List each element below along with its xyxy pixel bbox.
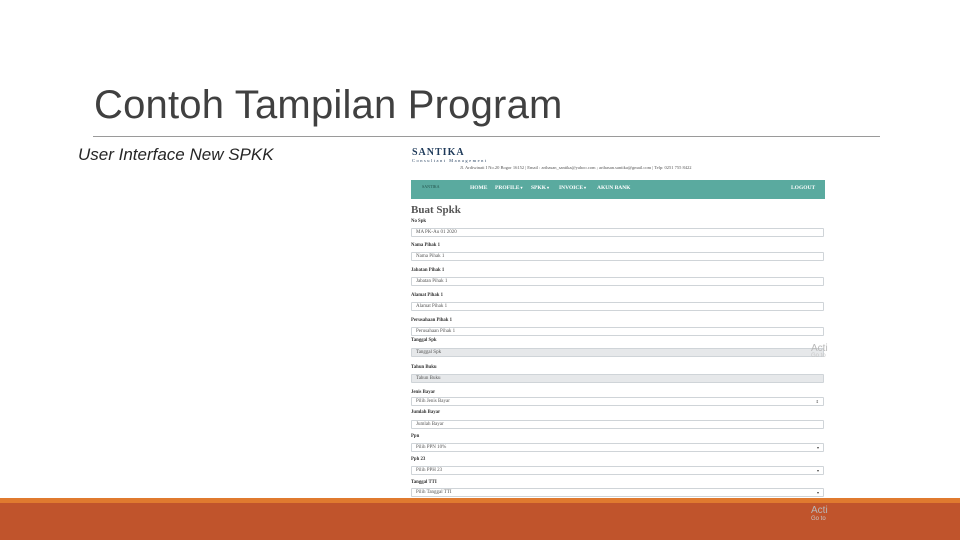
label-alamat-pihak-1: Alamat Pihak 1 — [411, 293, 443, 298]
activation-watermark-sub: Go to — [811, 353, 826, 359]
input-jabatan-pihak-1[interactable]: Jabatan Pihak 1 — [411, 277, 824, 286]
brand-subtitle: Consultant Management — [412, 158, 488, 163]
nav-spkk-label: SPKK — [531, 185, 546, 191]
chevron-down-icon: ▾ — [546, 185, 549, 190]
chevron-down-icon: ▾ — [520, 185, 523, 190]
nav-logo[interactable]: SANTIKA — [422, 184, 462, 194]
chevron-down-icon: ▾ — [816, 445, 819, 450]
label-jenis-bayar: Jenis Bayar — [411, 390, 436, 395]
activation-watermark-sub-lower: Go to — [811, 516, 826, 522]
label-jabatan-pihak-1: Jabatan Pihak 1 — [411, 268, 445, 273]
input-perusahaan-pihak-1[interactable]: Perusahaan Pihak 1 — [411, 327, 824, 336]
nav-profile-label: PROFILE — [495, 185, 520, 191]
input-no-spk[interactable]: MA PK-Au 01 2020 — [411, 228, 824, 237]
navbar: SANTIKA HOME PROFILE▾ SPKK▾ INVOICE▾ AKU… — [411, 180, 825, 199]
nav-akun-bank[interactable]: AKUN BANK — [597, 185, 630, 191]
nav-home[interactable]: HOME — [470, 185, 487, 191]
contact-info: Jl. Ardiwinati I No.20 Bogor 16152 | Ema… — [460, 165, 692, 170]
select-arrow-icon: ⇕ — [815, 399, 819, 404]
select-pph-23-value: Pilih PPH 23 — [416, 468, 443, 473]
nav-spkk[interactable]: SPKK▾ — [531, 185, 549, 191]
label-no-spk: No Spk — [411, 219, 427, 224]
input-tanggal-spk[interactable]: Tanggal Spk — [411, 348, 824, 357]
slide-title: Contoh Tampilan Program — [94, 83, 563, 127]
label-ppn: Ppn — [411, 434, 420, 439]
brand-name: SANTIKA — [412, 147, 465, 158]
select-ppn[interactable]: Pilih PPN 10% ▾ — [411, 443, 824, 452]
nav-invoice[interactable]: INVOICE▾ — [559, 185, 586, 191]
chevron-down-icon: ▾ — [584, 185, 587, 190]
input-jumlah-bayar[interactable]: Jumlah Bayar — [411, 420, 824, 429]
chevron-down-icon: ▾ — [816, 468, 819, 473]
nav-profile[interactable]: PROFILE▾ — [495, 185, 522, 191]
chevron-down-icon: ▾ — [816, 490, 819, 495]
select-jenis-bayar-value: Pilih Jenis Bayar — [416, 399, 450, 404]
input-alamat-pihak-1[interactable]: Alamat Pihak 1 — [411, 302, 824, 311]
select-tanggal-tti[interactable]: Pilih Tanggal TTI ▾ — [411, 488, 824, 497]
select-ppn-value: Pilih PPN 10% — [416, 445, 447, 450]
nav-logout[interactable]: LOGOUT — [791, 185, 815, 191]
select-jenis-bayar[interactable]: Pilih Jenis Bayar ⇕ — [411, 397, 824, 406]
label-perusahaan-pihak-1: Perusahaan Pihak 1 — [411, 318, 453, 323]
label-jumlah-bayar: Jumlah Bayar — [411, 410, 441, 415]
title-divider — [93, 136, 880, 137]
nav-invoice-label: INVOICE — [559, 185, 584, 191]
select-tanggal-tti-value: Pilih Tanggal TTI — [416, 490, 452, 495]
label-nama-pihak-1: Nama Pihak 1 — [411, 243, 441, 248]
form-title: Buat Spkk — [411, 204, 461, 216]
label-pph-23: Pph 23 — [411, 457, 426, 462]
app-screenshot: SANTIKA Consultant Management Jl. Ardiwi… — [405, 145, 829, 533]
label-tahun-buku: Tahun Buku — [411, 365, 437, 370]
activation-watermark-title-lower: Acti — [811, 505, 828, 516]
input-nama-pihak-1[interactable]: Nama Pihak 1 — [411, 252, 824, 261]
label-tanggal-spk: Tanggal Spk — [411, 338, 437, 343]
slide-subtitle: User Interface New SPKK — [78, 145, 274, 164]
label-tanggal-tti: Tanggal TTI — [411, 480, 437, 485]
input-tahun-buku[interactable]: Tahun Buku — [411, 374, 824, 383]
select-pph-23[interactable]: Pilih PPH 23 ▾ — [411, 466, 824, 475]
